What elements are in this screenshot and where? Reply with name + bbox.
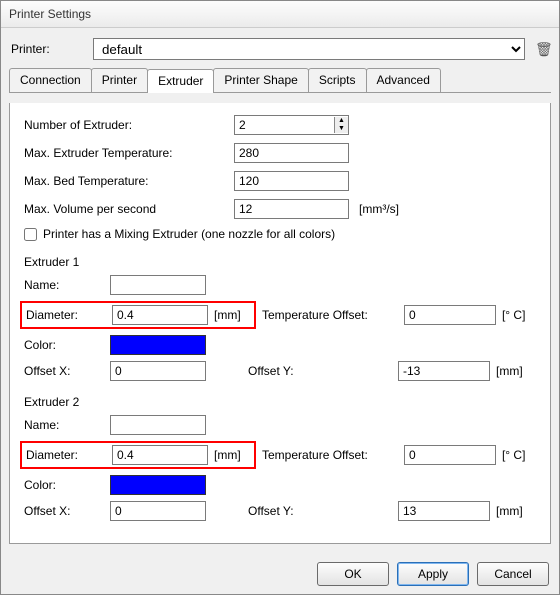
- extruder1-title: Extruder 1: [24, 255, 536, 269]
- row-max-bed-temp: Max. Bed Temperature:: [24, 171, 536, 191]
- highlight-ext2-diameter: Diameter: [mm]: [20, 441, 256, 469]
- trash-icon[interactable]: 🗑: [535, 41, 549, 58]
- row-num-extruder: Number of Extruder: 2 ▲ ▼: [24, 115, 536, 135]
- ext1-offy-label: Offset Y:: [248, 364, 398, 378]
- ext1-off-unit: [mm]: [496, 364, 532, 378]
- ext2-tempoff-unit: [° C]: [502, 448, 536, 462]
- ext1-name-row: Name:: [24, 275, 536, 295]
- mixing-extruder-label: Printer has a Mixing Extruder (one nozzl…: [43, 227, 335, 241]
- mixing-extruder-checkbox[interactable]: [24, 228, 37, 241]
- tabs: Connection Printer Extruder Printer Shap…: [9, 68, 551, 93]
- apply-button[interactable]: Apply: [397, 562, 469, 586]
- tab-printer-shape[interactable]: Printer Shape: [213, 68, 308, 92]
- ext1-offx-input[interactable]: [110, 361, 206, 381]
- ext1-name-label: Name:: [24, 278, 110, 292]
- ext2-diameter-label: Diameter:: [26, 448, 112, 462]
- printer-label: Printer:: [11, 42, 93, 56]
- ext2-diameter-unit: [mm]: [214, 448, 250, 462]
- chevron-up-icon[interactable]: ▲: [334, 117, 348, 125]
- tab-connection[interactable]: Connection: [9, 68, 92, 92]
- extruder2-title: Extruder 2: [24, 395, 536, 409]
- spin-buttons: ▲ ▼: [334, 117, 348, 133]
- cancel-button[interactable]: Cancel: [477, 562, 549, 586]
- max-ext-temp-label: Max. Extruder Temperature:: [24, 146, 234, 160]
- max-vol-label: Max. Volume per second: [24, 202, 234, 216]
- tab-advanced[interactable]: Advanced: [366, 68, 441, 92]
- ext1-diameter-label: Diameter:: [26, 308, 112, 322]
- ext2-color-swatch[interactable]: [110, 475, 206, 495]
- max-bed-temp-label: Max. Bed Temperature:: [24, 174, 234, 188]
- printer-settings-window: Printer Settings Printer: default 🗑 Conn…: [0, 0, 560, 595]
- num-extruder-label: Number of Extruder:: [24, 118, 234, 132]
- ext1-tempoff-unit: [° C]: [502, 308, 536, 322]
- max-vol-input[interactable]: [234, 199, 349, 219]
- extruder-panel: Number of Extruder: 2 ▲ ▼ Max. Extruder …: [9, 103, 551, 544]
- ext2-tempoff-input[interactable]: [404, 445, 496, 465]
- highlight-ext1-diameter: Diameter: [mm]: [20, 301, 256, 329]
- ext1-tempoff-label: Temperature Offset:: [262, 308, 404, 322]
- ext2-offy-input[interactable]: [398, 501, 490, 521]
- ext1-offset-row: Offset X: Offset Y: [mm]: [24, 361, 536, 381]
- ext1-color-row: Color:: [24, 335, 536, 355]
- ext1-color-swatch[interactable]: [110, 335, 206, 355]
- ext2-name-input[interactable]: [110, 415, 206, 435]
- chevron-down-icon[interactable]: ▼: [334, 125, 348, 133]
- ext1-offy-input[interactable]: [398, 361, 490, 381]
- ext2-color-row: Color:: [24, 475, 536, 495]
- ext2-offx-label: Offset X:: [24, 504, 110, 518]
- ext2-off-unit: [mm]: [496, 504, 532, 518]
- ext1-color-label: Color:: [24, 338, 110, 352]
- max-vol-unit: [mm³/s]: [359, 202, 399, 216]
- window-content: Printer: default 🗑 Connection Printer Ex…: [1, 28, 559, 554]
- ext2-diameter-row: Diameter: [mm] Temperature Offset: [° C]: [24, 441, 536, 469]
- ext2-name-row: Name:: [24, 415, 536, 435]
- ext1-diameter-input[interactable]: [112, 305, 208, 325]
- row-max-ext-temp: Max. Extruder Temperature:: [24, 143, 536, 163]
- printer-selector-row: Printer: default 🗑: [11, 38, 549, 60]
- max-bed-temp-input[interactable]: [234, 171, 349, 191]
- row-max-vol: Max. Volume per second [mm³/s]: [24, 199, 536, 219]
- window-title: Printer Settings: [9, 7, 91, 21]
- ext2-tempoff-label: Temperature Offset:: [262, 448, 404, 462]
- ext2-name-label: Name:: [24, 418, 110, 432]
- ext2-color-label: Color:: [24, 478, 110, 492]
- titlebar: Printer Settings: [1, 1, 559, 28]
- ext2-offy-label: Offset Y:: [248, 504, 398, 518]
- tab-extruder[interactable]: Extruder: [147, 69, 214, 93]
- row-mixing-extruder: Printer has a Mixing Extruder (one nozzl…: [24, 227, 536, 241]
- ext1-diameter-row: Diameter: [mm] Temperature Offset: [° C]: [24, 301, 536, 329]
- ext2-offset-row: Offset X: Offset Y: [mm]: [24, 501, 536, 521]
- printer-select[interactable]: default: [93, 38, 525, 60]
- ext1-diameter-unit: [mm]: [214, 308, 250, 322]
- ext2-diameter-input[interactable]: [112, 445, 208, 465]
- ext2-offx-input[interactable]: [110, 501, 206, 521]
- ok-button[interactable]: OK: [317, 562, 389, 586]
- ext1-name-input[interactable]: [110, 275, 206, 295]
- button-bar: OK Apply Cancel: [1, 554, 559, 594]
- ext1-offx-label: Offset X:: [24, 364, 110, 378]
- tab-printer[interactable]: Printer: [91, 68, 148, 92]
- max-ext-temp-input[interactable]: [234, 143, 349, 163]
- ext1-tempoff-input[interactable]: [404, 305, 496, 325]
- tab-scripts[interactable]: Scripts: [308, 68, 367, 92]
- num-extruder-spinner[interactable]: 2 ▲ ▼: [234, 115, 349, 135]
- num-extruder-value: 2: [239, 118, 334, 132]
